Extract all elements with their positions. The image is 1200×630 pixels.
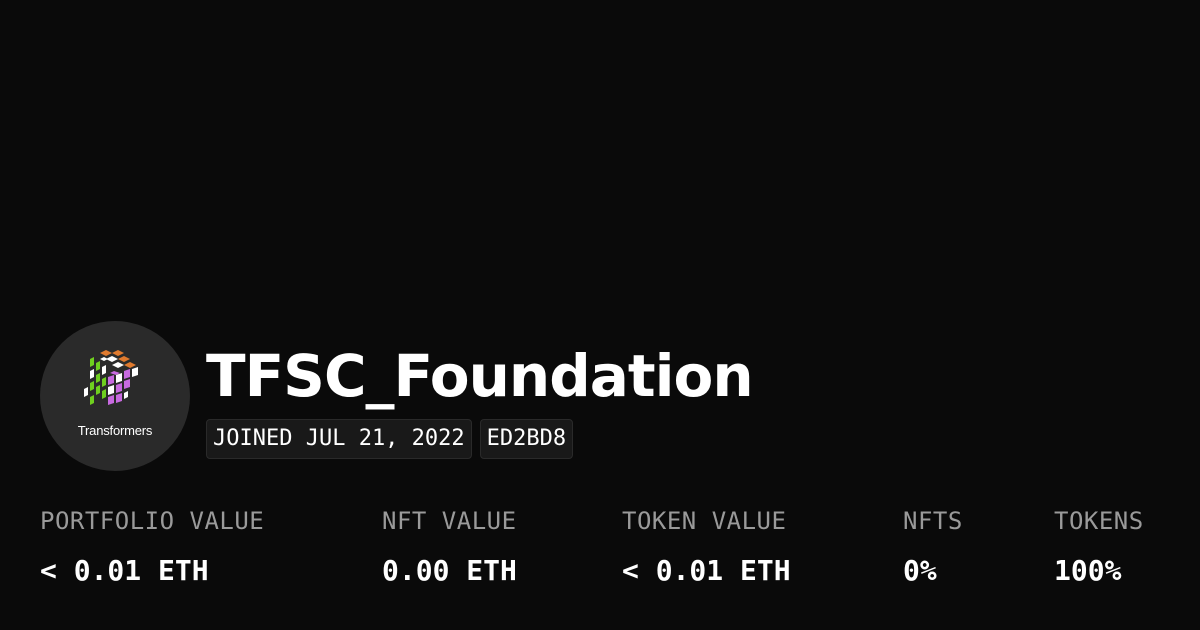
stat-tokens: TOKENS 100%: [1054, 503, 1144, 589]
stats-row: PORTFOLIO VALUE < 0.01 ETH NFT VALUE 0.0…: [0, 503, 1200, 603]
page-title: TFSC_Foundation: [206, 342, 754, 410]
stat-value: < 0.01 ETH: [40, 554, 209, 587]
transformers-cube-logo-icon: [84, 350, 138, 405]
stat-label: TOKEN VALUE: [622, 507, 787, 535]
stat-label: NFTS: [903, 507, 963, 535]
joined-date-badge: JOINED JUL 21, 2022: [206, 419, 472, 459]
avatar-logo-text: Transformers: [77, 423, 153, 438]
address-tag-badge: ED2BD8: [479, 419, 574, 459]
stat-label: TOKENS: [1054, 507, 1144, 535]
stat-label: PORTFOLIO VALUE: [40, 507, 265, 535]
stat-portfolio-value: PORTFOLIO VALUE < 0.01 ETH: [40, 503, 264, 589]
stat-label: NFT VALUE: [382, 507, 517, 535]
stat-value: < 0.01 ETH: [622, 554, 791, 587]
stat-token-value: TOKEN VALUE < 0.01 ETH: [622, 503, 791, 589]
stat-value: 0%: [903, 554, 937, 587]
stat-nfts: NFTS 0%: [903, 503, 963, 589]
profile-header: Transformers TFSC_Foundation JOINED JUL …: [40, 321, 1160, 471]
stat-nft-value: NFT VALUE 0.00 ETH: [382, 503, 517, 589]
stat-value: 0.00 ETH: [382, 554, 517, 587]
stat-value: 100%: [1054, 554, 1122, 587]
profile-badges: JOINED JUL 21, 2022 ED2BD8: [206, 419, 574, 459]
avatar[interactable]: Transformers: [40, 321, 190, 471]
